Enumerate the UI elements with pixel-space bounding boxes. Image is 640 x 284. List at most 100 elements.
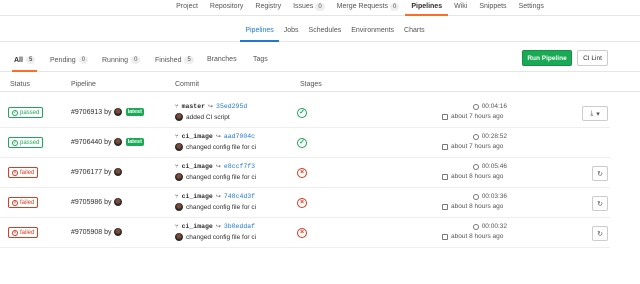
commit-message-link[interactable]: added CI script xyxy=(186,114,230,121)
scope-tab-label: Branches xyxy=(207,56,237,63)
scope-tab-pending[interactable]: Pending 0 xyxy=(50,56,89,64)
pipeline-id-link[interactable]: #9706177 xyxy=(71,169,102,176)
retry-button[interactable]: ↻ xyxy=(592,166,608,181)
branch-name-link[interactable]: master xyxy=(182,103,205,110)
chevron-down-icon: ▾ xyxy=(596,110,600,118)
nav-tab-project[interactable]: Project xyxy=(170,0,204,16)
ci-lint-button[interactable]: CI Lint xyxy=(577,50,608,66)
nav-tab-merge-requests[interactable]: Merge Requests 0 xyxy=(331,0,406,16)
nav-tab-label: Pipelines xyxy=(411,3,443,10)
pipeline-by-label: by xyxy=(104,108,112,116)
scope-tab-label: Tags xyxy=(253,56,268,63)
close-circle-icon: × xyxy=(12,169,18,176)
stage-passed-icon[interactable]: ✓ xyxy=(297,108,307,118)
stage-passed-icon[interactable]: ✓ xyxy=(297,138,307,148)
commit-sha-link[interactable]: 35ed295d xyxy=(216,103,247,110)
retry-button[interactable]: ↻ xyxy=(592,226,608,241)
avatar[interactable] xyxy=(113,198,122,206)
pipeline-cell: #9706440 by latest xyxy=(71,138,144,146)
avatar[interactable] xyxy=(113,228,122,236)
nav-tab-snippets[interactable]: Snippets xyxy=(473,0,512,16)
branch-name-link[interactable]: ci_image xyxy=(182,163,213,170)
commit-message-link[interactable]: changed config file for ci xyxy=(186,234,256,241)
subnav-tab-charts[interactable]: Charts xyxy=(399,22,430,42)
subnav-tab-schedules[interactable]: Schedules xyxy=(304,22,347,42)
header-commit: Commit xyxy=(175,81,200,88)
finished-value: about 8 hours ago xyxy=(451,233,504,240)
stage-failed-icon[interactable]: × xyxy=(297,228,307,238)
nav-tab-issues[interactable]: Issues 0 xyxy=(287,0,331,16)
pipeline-id-link[interactable]: #9705986 xyxy=(71,199,102,206)
avatar[interactable] xyxy=(175,173,183,181)
scope-tab-finished[interactable]: Finished 5 xyxy=(155,56,194,64)
commit-message-line: changed config file for ci xyxy=(175,233,256,241)
scope-tab-all[interactable]: All 5 xyxy=(11,56,38,72)
scope-tab-label: Running xyxy=(102,56,129,64)
nav-tab-repository[interactable]: Repository xyxy=(204,0,249,16)
avatar[interactable] xyxy=(113,138,122,146)
branch-name-link[interactable]: ci_image xyxy=(182,223,213,230)
clock-icon xyxy=(472,103,479,110)
stage-failed-icon[interactable]: × xyxy=(297,168,307,178)
commit-message-line: changed config file for ci xyxy=(175,173,256,181)
pipeline-id-link[interactable]: #9705908 xyxy=(71,229,102,236)
pipeline-id-link[interactable]: #9706913 xyxy=(71,109,102,116)
duration-line: 00:28:52 xyxy=(442,133,507,140)
commit-cell: ⑂ master ↪ 35ed295d added CI script xyxy=(175,103,247,121)
status-badge[interactable]: ✓ passed xyxy=(8,137,44,148)
commit-ref-line: ⑂ master ↪ 35ed295d xyxy=(175,103,247,110)
scope-tab-running[interactable]: Running 0 xyxy=(102,56,141,64)
download-icon: ⤓ xyxy=(590,109,594,117)
commit-sha-link[interactable]: 748c4d3f xyxy=(224,193,255,200)
download-artifacts-button[interactable]: ⤓ ▾ xyxy=(582,106,608,121)
retry-button[interactable]: ↻ xyxy=(592,196,608,211)
commit-sha-link[interactable]: e8ccf7f3 xyxy=(224,163,255,170)
header-pipeline: Pipeline xyxy=(71,81,96,88)
avatar[interactable] xyxy=(175,203,183,211)
avatar[interactable] xyxy=(175,113,183,121)
check-circle-icon: ✓ xyxy=(12,139,18,146)
scope-tab-tags[interactable]: Tags xyxy=(253,56,268,63)
status-badge[interactable]: ✓ passed xyxy=(8,107,44,118)
nav-tab-registry[interactable]: Registry xyxy=(249,0,287,16)
nav-tab-wiki[interactable]: Wiki xyxy=(448,0,473,16)
commit-message-link[interactable]: changed config file for ci xyxy=(186,174,256,181)
status-badge[interactable]: × failed xyxy=(8,197,39,208)
latest-badge: latest xyxy=(125,108,144,116)
commit-sha-link[interactable]: aad7004c xyxy=(224,133,255,140)
avatar[interactable] xyxy=(175,143,183,151)
avatar[interactable] xyxy=(175,233,183,241)
subnav-tab-pipelines[interactable]: Pipelines xyxy=(240,22,279,42)
status-badge[interactable]: × failed xyxy=(8,227,39,238)
nav-tab-label: Wiki xyxy=(454,3,468,10)
status-badge[interactable]: × failed xyxy=(8,167,39,178)
nav-tab-label: Settings xyxy=(518,3,544,10)
nav-tab-settings[interactable]: Settings xyxy=(513,0,550,16)
scope-tab-branches[interactable]: Branches xyxy=(207,56,237,63)
run-pipeline-button[interactable]: Run Pipeline xyxy=(522,50,572,66)
subnav-tab-environments[interactable]: Environments xyxy=(346,22,399,42)
pipeline-id-link[interactable]: #9706440 xyxy=(71,139,102,146)
stage-failed-icon[interactable]: × xyxy=(297,198,307,208)
avatar[interactable] xyxy=(113,168,122,176)
scope-tab-label: Pending xyxy=(50,56,76,64)
finished-line: about 7 hours ago xyxy=(442,143,507,150)
branch-name-link[interactable]: ci_image xyxy=(182,193,213,200)
subnav-tab-jobs[interactable]: Jobs xyxy=(279,22,304,42)
branch-name-link[interactable]: ci_image xyxy=(182,133,213,140)
commit-message-line: changed config file for ci xyxy=(175,143,256,151)
status-label: passed xyxy=(20,139,40,146)
calendar-icon xyxy=(442,233,448,240)
scope-tab-count: 0 xyxy=(78,56,89,64)
branch-icon: ⑂ xyxy=(175,193,179,200)
latest-badge: latest xyxy=(125,138,144,146)
commit-sha-link[interactable]: 3b0eddaf xyxy=(224,223,255,230)
avatar[interactable] xyxy=(113,108,122,116)
nav-tab-count: 0 xyxy=(390,3,400,11)
clock-icon xyxy=(472,163,479,170)
table-row: × failed #9705986 by ⑂ ci_image ↪ 748c4d3f chang… xyxy=(0,188,610,218)
branch-icon: ⑂ xyxy=(175,133,179,140)
nav-tab-pipelines[interactable]: Pipelines xyxy=(405,0,449,16)
commit-message-link[interactable]: changed config file for ci xyxy=(186,144,256,151)
commit-message-link[interactable]: changed config file for ci xyxy=(186,204,256,211)
